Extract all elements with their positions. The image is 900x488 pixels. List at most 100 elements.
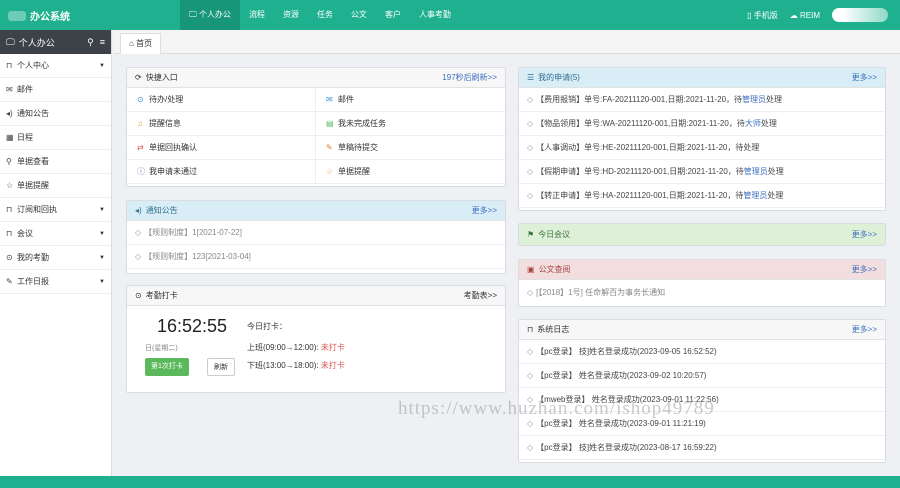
bullet-icon: ◇: [135, 228, 142, 237]
menu-icon[interactable]: ≡: [100, 37, 105, 47]
refresh-icon: ⟳: [135, 73, 142, 82]
list-item[interactable]: ◇ 【物品领用】单号:WA-20211120-001,日期:2021-11-20，…: [519, 112, 885, 136]
quick-drafts[interactable]: ✎ 草稿待提交: [316, 136, 505, 160]
mobile-version-link[interactable]: ▯ 手机版: [747, 10, 778, 21]
search-icon[interactable]: ⚲: [87, 37, 94, 48]
sidebar-item-label: 个人中心: [17, 61, 49, 70]
search-icon: ⚲: [6, 157, 12, 166]
current-time: 16:52:55: [157, 316, 228, 336]
attendance-panel: ⊙ 考勤打卡 考勤表>> 16:52:55 日(星期二) 第1次打卡 刷新 今日…: [126, 285, 506, 393]
afternoon-shift-label: 下班(13:00→18:00):: [247, 361, 319, 370]
star-icon: ☆: [326, 167, 334, 176]
quick-item-label: 单据提醒: [338, 167, 370, 176]
refresh-button[interactable]: 刷新: [207, 358, 235, 376]
sidebar-item-label: 单据查看: [17, 157, 49, 166]
list-item[interactable]: ◇ [【2018】1号] 任命解百为事务长通知: [519, 280, 885, 304]
bullet-icon: ◇: [527, 371, 534, 380]
nav-personal-office[interactable]: 🖵 个人办公: [180, 0, 240, 30]
edit-icon: ✎: [326, 143, 333, 152]
quick-reminders[interactable]: ♫ 提醒信息: [127, 112, 316, 136]
list-item[interactable]: ◇ 【假期申请】单号:HD-20211120-001,日期:2021-11-20，…: [519, 160, 885, 184]
bullet-icon: ◇: [527, 419, 534, 428]
caret-down-icon: ▼: [99, 278, 105, 285]
applications-header: ☰ 我的申请(5) 更多>>: [519, 68, 885, 88]
notice-header: ◂) 通知公告 更多>>: [127, 201, 505, 221]
sidebar-item-label: 工作日报: [17, 277, 49, 286]
briefcase-icon: ▣: [527, 265, 535, 274]
approver-link[interactable]: 管理员: [744, 166, 768, 177]
sidebar-item-meetings[interactable]: ⊓ 会议 ▼: [0, 222, 111, 246]
sidebar-item-personal-center[interactable]: ⊓ 个人中心 ▼: [0, 54, 111, 78]
book-icon: ▤: [326, 119, 334, 128]
top-right-tools: ▯ 手机版 ☁ REIM: [747, 0, 888, 30]
afternoon-shift: 下班(13:00→18:00): 未打卡: [247, 360, 345, 371]
caret-down-icon: ▼: [99, 62, 105, 69]
sidebar-item-doc-reminder[interactable]: ☆ 单据提醒: [0, 174, 111, 198]
list-item[interactable]: ◇ 【pc登录】 技]姓名登录成功(2023-09-05 16:52:52): [519, 340, 885, 364]
tab-home[interactable]: ⌂ 首页: [120, 33, 162, 54]
nav-documents[interactable]: 公文: [342, 0, 376, 30]
quick-unfinished-tasks[interactable]: ▤ 我未完成任务: [316, 112, 505, 136]
nav-workflow[interactable]: 流程: [240, 0, 274, 30]
notice-more-link[interactable]: 更多>>: [472, 205, 497, 216]
sidebar-item-doc-view[interactable]: ⚲ 单据查看: [0, 150, 111, 174]
exchange-icon: ⇄: [137, 143, 144, 152]
sidebar-item-label: 日程: [17, 133, 33, 142]
bullet-icon: ◇: [527, 191, 534, 200]
list-item[interactable]: ◇ 【费用报销】单号:FA-20211120-001,日期:2021-11-20，…: [519, 88, 885, 112]
sidebar-item-daily-report[interactable]: ✎ 工作日报 ▼: [0, 270, 111, 294]
sidebar-item-my-attendance[interactable]: ⊙ 我的考勤 ▼: [0, 246, 111, 270]
quick-item-label: 我申请未通过: [149, 167, 197, 176]
quick-todo[interactable]: ⊙ 待办/处理: [127, 88, 316, 112]
log-text: 【pc登录】 技]姓名登录成功(2023-09-05 16:52:52): [536, 347, 717, 356]
nav-tasks[interactable]: 任务: [308, 0, 342, 30]
mobile-label: 手机版: [753, 10, 778, 20]
list-item[interactable]: ◇ 【规则制度】123[2021-03-04]: [127, 245, 505, 269]
caret-down-icon: ▼: [99, 206, 105, 213]
quick-doc-reminder[interactable]: ☆ 单据提醒: [316, 160, 505, 184]
morning-status: 未打卡: [320, 343, 345, 352]
list-item[interactable]: ◇ 【mweb登录】 姓名登录成功(2023-09-01 11:22:56): [519, 388, 885, 412]
application-status: 处理: [767, 191, 784, 200]
applications-title: 我的申请(5): [538, 73, 580, 82]
nav-hr-attendance[interactable]: 人事考勤: [410, 0, 460, 30]
sidebar-header: 🖵 个人办公 ⚲ ≡: [0, 30, 111, 54]
attendance-sheet-link[interactable]: 考勤表>>: [464, 290, 497, 301]
sidebar-item-label: 会议: [17, 229, 33, 238]
sidebar-item-mail[interactable]: ✉ 邮件: [0, 78, 111, 102]
documents-header: ▣ 公文查阅 更多>>: [519, 260, 885, 280]
syslog-more-link[interactable]: 更多>>: [852, 324, 877, 335]
approver-link[interactable]: 管理员: [742, 94, 766, 105]
tab-label: 首页: [136, 39, 153, 48]
meeting-more-link[interactable]: 更多>>: [852, 229, 877, 240]
bullet-icon: ◇: [527, 95, 534, 104]
quick-mail[interactable]: ✉ 邮件: [316, 88, 505, 112]
list-item[interactable]: ◇ 【pc登录】 技]姓名登录成功(2023-08-17 16:59:22): [519, 436, 885, 460]
user-avatar[interactable]: [832, 8, 888, 22]
list-icon: ☰: [527, 73, 535, 82]
list-item[interactable]: ◇ 【转正申请】单号:HA-20211120-001,日期:2021-11-20，…: [519, 184, 885, 208]
list-item[interactable]: ◇ 【pc登录】 姓名登录成功(2023-09-02 10:20:57): [519, 364, 885, 388]
quick-entry-panel: ⟳ 快捷入口 197秒后刷新>> ⊙ 待办/处理 ✉ 邮件 ♫ 提醒信息 ▤ 我未完成任…: [126, 67, 506, 187]
list-item[interactable]: ◇ 【人事调动】单号:HE-20211120-001,日期:2021-11-20，…: [519, 136, 885, 160]
nav-resources[interactable]: 资源: [274, 0, 308, 30]
attendance-title: 考勤打卡: [145, 291, 178, 300]
applications-more-link[interactable]: 更多>>: [852, 72, 877, 83]
app-logo[interactable]: 办公系统: [8, 8, 70, 23]
punch-button[interactable]: 第1次打卡: [145, 358, 189, 376]
nav-customers[interactable]: 客户: [376, 0, 410, 30]
quick-receipt-confirm[interactable]: ⇄ 单据回执确认: [127, 136, 316, 160]
approver-link[interactable]: 大师: [745, 118, 761, 129]
sidebar-item-notices[interactable]: ◂) 通知公告: [0, 102, 111, 126]
refresh-countdown-link[interactable]: 197秒后刷新>>: [442, 72, 497, 83]
list-item[interactable]: ◇ 【pc登录】 姓名登录成功(2023-09-01 11:21:19): [519, 412, 885, 436]
sidebar-item-subscriptions[interactable]: ⊓ 订阅和回执 ▼: [0, 198, 111, 222]
edit-icon: ✎: [6, 277, 13, 286]
sidebar-item-schedule[interactable]: ▦ 日程: [0, 126, 111, 150]
approver-link[interactable]: 管理员: [743, 190, 767, 201]
reim-link[interactable]: ☁ REIM: [790, 11, 820, 20]
quick-rejected[interactable]: ⓘ 我申请未通过: [127, 160, 316, 184]
meeting-title: 今日会议: [538, 230, 571, 239]
list-item[interactable]: ◇ 【规则制度】1[2021-07-22]: [127, 221, 505, 245]
documents-more-link[interactable]: 更多>>: [852, 264, 877, 275]
